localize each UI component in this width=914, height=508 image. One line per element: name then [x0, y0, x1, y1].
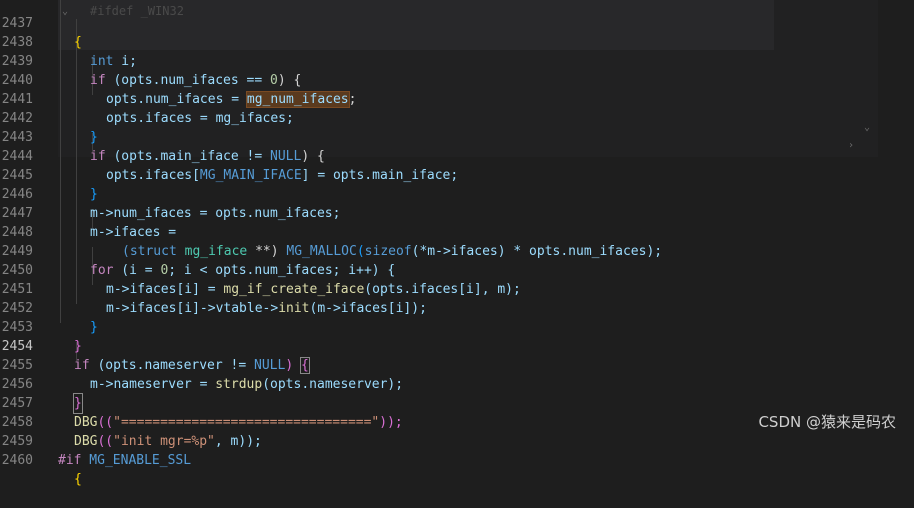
code-line[interactable]: 2442 } [0, 90, 914, 145]
code-line[interactable]: 2447 m->ifaces = [0, 185, 914, 240]
macro-name: MG_ENABLE_SSL [81, 453, 192, 468]
code-line[interactable]: 2450 m->ifaces[i] = mg_if_create_iface(o… [0, 242, 914, 297]
code-line[interactable]: 2456 } [0, 356, 914, 414]
line-number: 2460 [1, 453, 33, 468]
code-line[interactable]: 2440 opts.num_ifaces = mg_num_ifaces; [0, 52, 914, 108]
brace: { [74, 472, 82, 487]
code-line[interactable]: 2449 for (i = 0; i < opts.num_ifaces; i+… [0, 223, 914, 278]
code-line[interactable]: 2439 if (opts.num_ifaces == 0) { [0, 33, 914, 88]
code-line[interactable]: 2448 (struct mg_iface **) MG_MALLOC(size… [0, 204, 914, 259]
code-line[interactable]: 2446 m->num_ifaces = opts.num_ifaces; [0, 166, 914, 221]
code-line[interactable]: 2443 if (opts.main_iface != NULL) { [0, 109, 914, 164]
watermark: CSDN @猿来是码农 [758, 413, 896, 431]
code-line[interactable]: 2451 m->ifaces[i]->vtable->init(m->iface… [0, 261, 914, 316]
code-line[interactable]: 2457 DBG(("=============================… [0, 375, 914, 430]
code-line[interactable]: 2437 { [0, 0, 914, 50]
code-line[interactable]: 2453 } [0, 299, 914, 354]
code-line[interactable]: 2452 } [0, 280, 914, 335]
code-line[interactable]: 2445 } [0, 147, 914, 202]
code-line[interactable]: 2438 int i; [0, 14, 914, 69]
code-line-active[interactable]: 2454 if (opts.nameserver != NULL) { [0, 318, 914, 374]
code-editor[interactable]: #ifdef _WIN32 ⌄ ⌄ › 2437 { 2438 int i; 2… [0, 0, 914, 487]
preprocessor-directive: #if [58, 453, 82, 468]
code-line[interactable]: 2441 opts.ifaces = mg_ifaces; [0, 71, 914, 126]
code-line[interactable]: 2455 m->nameserver = strdup(opts.nameser… [0, 337, 914, 392]
code-line[interactable]: 2444 opts.ifaces[MG_MAIN_IFACE] = opts.m… [0, 128, 914, 183]
